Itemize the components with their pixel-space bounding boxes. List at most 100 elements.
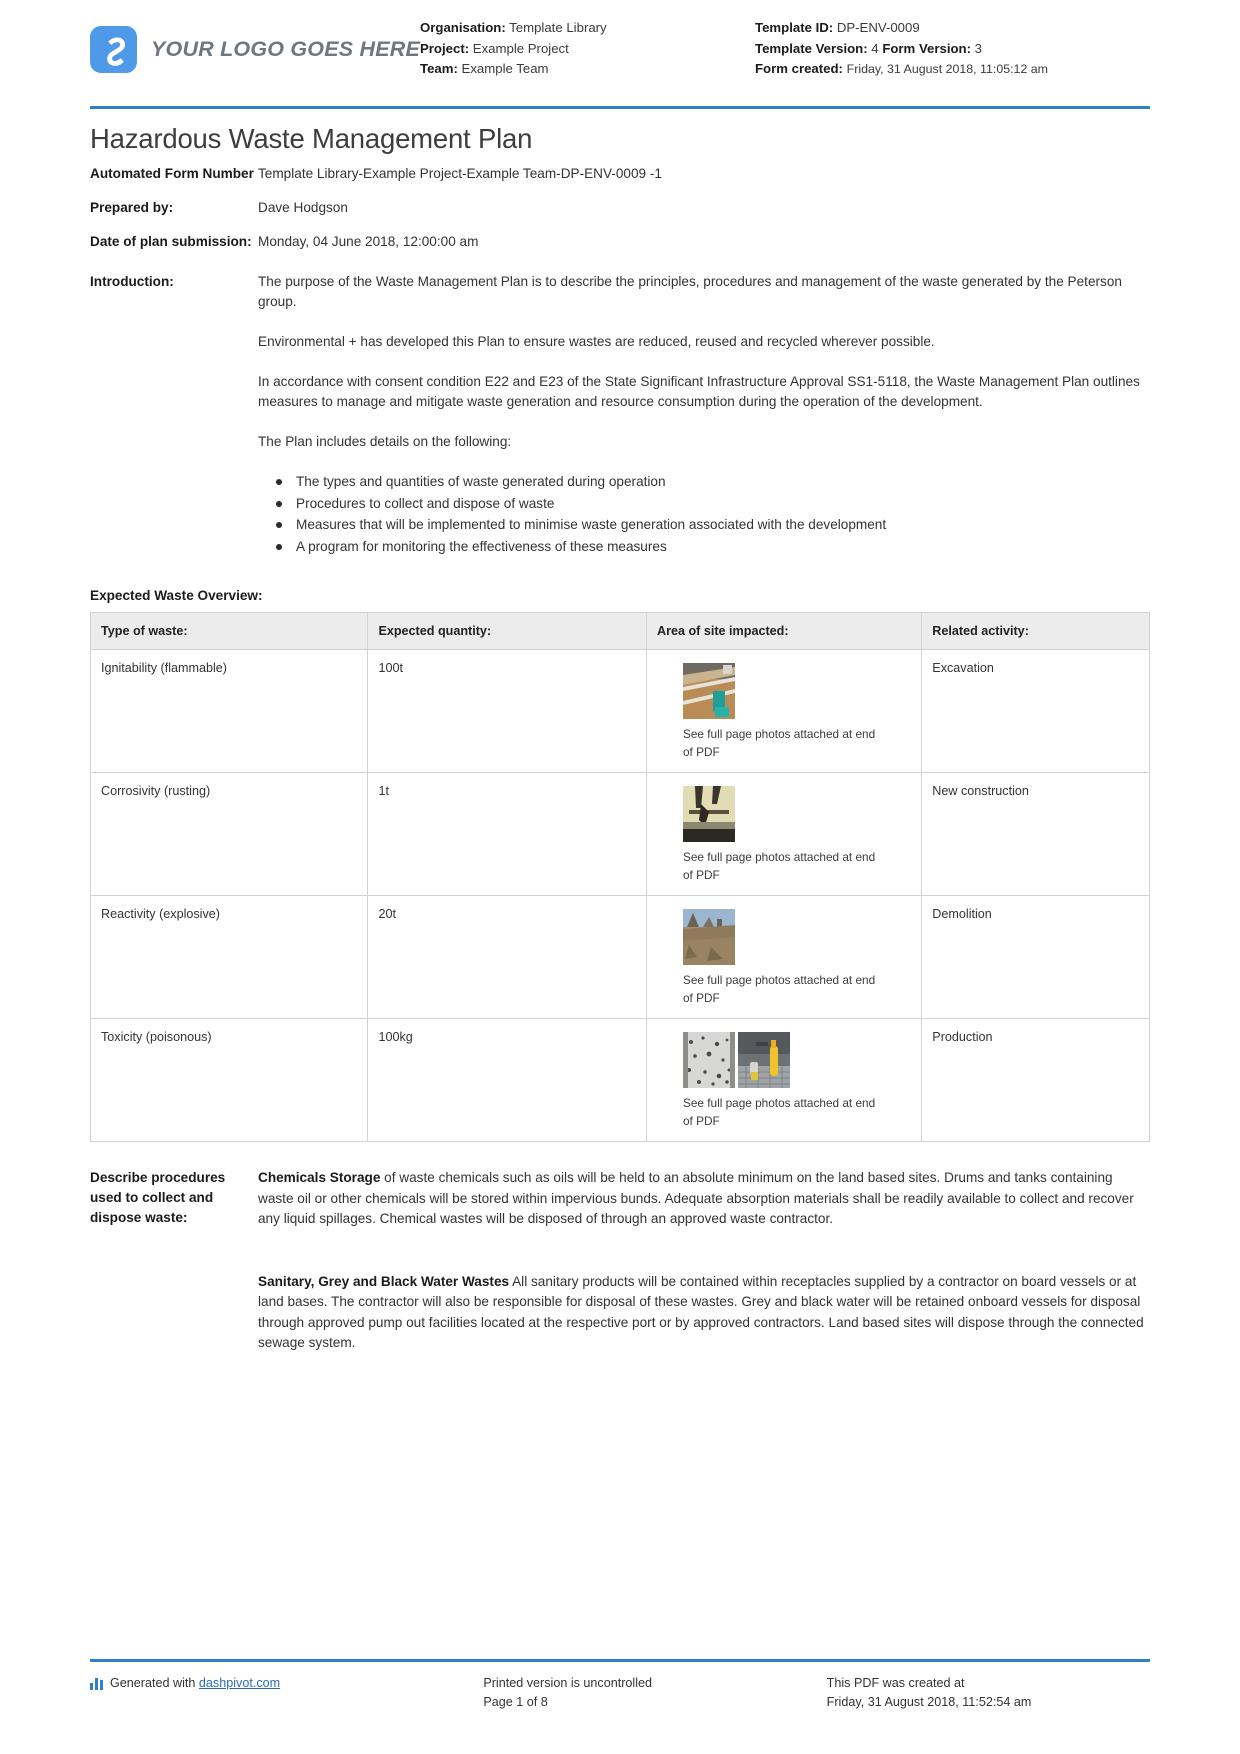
cell-quantity: 100kg <box>367 1018 647 1142</box>
list-item: Measures that will be implemented to min… <box>276 515 1150 536</box>
created-at-label: This PDF was created at <box>826 1676 965 1690</box>
list-item: The types and quantities of waste genera… <box>276 472 1150 493</box>
photo-thumbnails[interactable] <box>682 909 911 965</box>
photo-note: See full page photos attached at end of … <box>682 850 876 882</box>
team-label: Team: <box>420 61 458 76</box>
project-value: Example Project <box>472 40 569 56</box>
cell-area: See full page photos attached at end of … <box>645 649 923 773</box>
site-photo-thumbnail[interactable] <box>682 786 735 842</box>
photo-thumbnails[interactable] <box>682 1032 911 1088</box>
cell-type: Corrosivity (rusting) <box>89 772 369 896</box>
paragraph-lead-in: Sanitary, Grey and Black Water Wastes <box>258 1273 510 1289</box>
document-footer: Generated with dashpivot.com Printed ver… <box>90 1674 1150 1712</box>
document-header: YOUR LOGO GOES HERE Organisation: Templa… <box>0 0 1240 100</box>
cell-area: See full page photos attached at end of … <box>645 895 923 1019</box>
form-version-label: Form Version: <box>882 40 971 56</box>
table-row: Reactivity (explosive) 20t See full page… <box>89 895 1150 1019</box>
paragraph-lead-in: Chemicals Storage <box>258 1170 381 1185</box>
procedures-body: Chemicals Storage of waste chemicals suc… <box>258 1168 1150 1354</box>
cell-activity: Excavation <box>921 649 1150 773</box>
header-meta-left: Organisation: Template Library Project: … <box>420 18 755 80</box>
template-version-label: Template Version: <box>755 40 868 56</box>
cell-area: See full page photos attached at end of … <box>645 772 923 896</box>
intro-paragraph: The purpose of the Waste Management Plan… <box>258 274 1122 309</box>
header-meta-right: Template ID: DP-ENV-0009 Template Versio… <box>755 18 1150 80</box>
field-label: Prepared by: <box>90 200 174 215</box>
cell-type: Reactivity (explosive) <box>89 895 369 1019</box>
template-id-row: Template ID: DP-ENV-0009 <box>755 18 1150 39</box>
uncontrolled-text: Printed version is uncontrolled <box>483 1676 653 1690</box>
created-at-value: Friday, 31 August 2018, 11:52:54 am <box>826 1695 1032 1709</box>
field-label: Introduction: <box>90 274 174 289</box>
document-page: YOUR LOGO GOES HERE Organisation: Templa… <box>0 0 1240 1754</box>
template-version-value: 4 <box>871 40 879 56</box>
paragraph-text: of waste chemicals such as oils will be … <box>258 1170 1134 1226</box>
footer-created-at: This PDF was created at Friday, 31 Augus… <box>797 1674 1150 1712</box>
list-item: A program for monitoring the effectivene… <box>276 537 1150 558</box>
version-row: Template Version: 4 Form Version: 3 <box>755 39 1150 60</box>
field-date-of-plan-submission: Date of plan submission: Monday, 04 June… <box>90 232 1150 252</box>
organisation-row: Organisation: Template Library <box>420 18 755 39</box>
cell-quantity: 1t <box>367 772 647 896</box>
footer-divider <box>90 1659 1150 1662</box>
site-photo-thumbnail[interactable] <box>682 1032 735 1088</box>
template-id-label: Template ID: <box>755 20 834 35</box>
expected-waste-table: Type of waste: Expected quantity: Area o… <box>89 612 1150 1142</box>
column-header-quantity: Expected quantity: <box>367 612 647 650</box>
field-value: Dave Hodgson <box>258 200 348 215</box>
cell-type: Ignitability (flammable) <box>89 649 369 773</box>
table-caption: Expected Waste Overview: <box>90 588 263 603</box>
procedures-paragraph-chemicals: Chemicals Storage of waste chemicals suc… <box>258 1168 1150 1230</box>
page-number: Page 1 of 8 <box>483 1695 548 1709</box>
header-divider <box>90 106 1150 109</box>
table-row: Ignitability (flammable) 100t See full p… <box>89 649 1150 773</box>
field-label: Date of plan submission: <box>90 234 252 249</box>
photo-thumbnails[interactable] <box>682 786 911 842</box>
site-photo-thumbnail[interactable] <box>682 909 735 965</box>
intro-paragraph: Environmental + has developed this Plan … <box>258 334 935 349</box>
dashpivot-link[interactable]: dashpivot.com <box>199 1676 280 1690</box>
page-title: Hazardous Waste Management Plan <box>90 123 533 154</box>
generated-prefix: Generated with <box>110 1676 199 1690</box>
column-header-type: Type of waste: <box>89 612 369 650</box>
photo-note: See full page photos attached at end of … <box>682 727 876 759</box>
dashpivot-logo-icon <box>90 1676 103 1690</box>
template-id-value: DP-ENV-0009 <box>836 20 920 35</box>
field-introduction: Introduction: The purpose of the Waste M… <box>90 272 1150 558</box>
field-label: Describe procedures used to collect and … <box>90 1170 226 1225</box>
site-photo-thumbnail[interactable] <box>682 663 735 719</box>
field-value: Monday, 04 June 2018, 12:00:00 am <box>258 234 479 249</box>
cell-type: Toxicity (poisonous) <box>89 1018 369 1142</box>
organisation-label: Organisation: <box>420 20 506 35</box>
table-row: Corrosivity (rusting) 1t See full page p… <box>89 772 1150 896</box>
document-body: Hazardous Waste Management Plan Automate… <box>0 123 1240 1354</box>
cell-quantity: 100t <box>367 649 647 773</box>
cell-activity: Production <box>921 1018 1150 1142</box>
field-automated-form-number: Automated Form Number Template Library-E… <box>90 164 1150 184</box>
cell-activity: Demolition <box>921 895 1150 1019</box>
plan-details-list: The types and quantities of waste genera… <box>258 472 1150 557</box>
form-version-value: 3 <box>974 40 982 56</box>
cell-activity: New construction <box>921 772 1150 896</box>
list-item: Procedures to collect and dispose of was… <box>276 494 1150 515</box>
intro-paragraph: In accordance with consent condition E22… <box>258 374 1140 409</box>
cell-quantity: 20t <box>367 895 647 1019</box>
column-header-area: Area of site impacted: <box>645 612 923 650</box>
company-logo-icon <box>90 26 137 73</box>
intro-paragraph: The Plan includes details on the followi… <box>258 434 512 449</box>
footer-generated-with: Generated with dashpivot.com <box>90 1674 443 1712</box>
project-row: Project: Example Project <box>420 39 755 60</box>
generated-with-text: Generated with dashpivot.com <box>110 1674 280 1693</box>
logo-block: YOUR LOGO GOES HERE <box>90 18 420 73</box>
footer-print-status: Printed version is uncontrolled Page 1 o… <box>443 1674 796 1712</box>
organisation-value: Template Library <box>509 20 607 35</box>
site-photo-thumbnail[interactable] <box>737 1032 790 1088</box>
photo-thumbnails[interactable] <box>682 663 911 719</box>
photo-note: See full page photos attached at end of … <box>682 973 876 1005</box>
field-label: Automated Form Number <box>90 166 254 181</box>
field-prepared-by: Prepared by: Dave Hodgson <box>90 198 1150 218</box>
form-created-value: Friday, 31 August 2018, 11:05:12 am <box>846 62 1048 76</box>
procedures-paragraph-water: Sanitary, Grey and Black Water Wastes Al… <box>258 1272 1150 1354</box>
column-header-activity: Related activity: <box>921 612 1150 650</box>
form-created-label: Form created: <box>755 61 843 76</box>
